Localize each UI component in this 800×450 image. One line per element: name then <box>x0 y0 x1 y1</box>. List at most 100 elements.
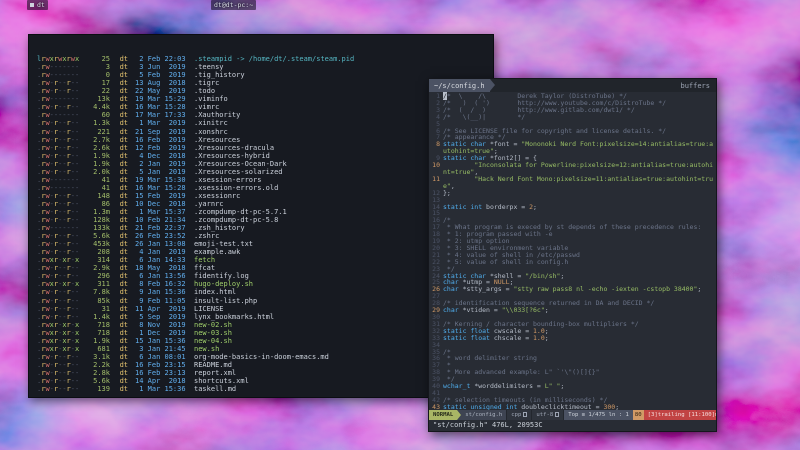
file-owner: dt <box>110 369 128 377</box>
code-line[interactable]: 40wchar_t *worddelimiters = L" "; <box>429 383 716 390</box>
file-row: .rw-r--r--221dt21 Sep 2019.xonshrc <box>37 128 493 136</box>
file-owner: dt <box>110 144 128 152</box>
tab-buffer-config-h[interactable]: ~/s/config.h <box>429 79 490 92</box>
code-line[interactable]: 29char *vtiden = "\\033[?6c"; <box>429 307 716 314</box>
file-size: 2.8k <box>83 369 110 377</box>
file-size: 1.3m <box>83 208 110 216</box>
file-name: insult-list.php <box>194 297 257 305</box>
file-owner: dt <box>110 297 128 305</box>
file-date: 19 Mar 15:30 <box>135 176 189 184</box>
file-name: lynx_bookmarks.html <box>194 313 274 321</box>
encoding-label: utf-8 <box>536 412 553 418</box>
file-permissions: .rw-r--r-- <box>37 136 83 144</box>
powerline-arrow-icon <box>490 79 495 91</box>
file-permissions: .rw-r--r-- <box>37 240 83 248</box>
file-date: 8 Nov 2019 <box>135 321 189 329</box>
code-line[interactable]: 22 * 5: value of shell in config.h <box>429 259 716 266</box>
code-line[interactable]: 34 <box>429 342 716 349</box>
code-line[interactable]: 15 <box>429 210 716 217</box>
file-name: new.sh <box>194 345 219 353</box>
file-permissions: .rwxr-xr-x <box>37 256 83 264</box>
file-name: .xinitrc <box>194 119 228 127</box>
file-row: .rw-r--r--5.6kdt14 Apr 2018shortcuts.xml <box>37 377 493 385</box>
file-permissions: .rw-r--r-- <box>37 272 83 280</box>
code-text: static float chscale = 1.0; <box>443 335 716 342</box>
file-date: 3 Jun 2019 <box>135 63 189 71</box>
file-date: 2 Jan 2019 <box>135 160 189 168</box>
line-number: 11 <box>429 176 443 190</box>
file-owner: dt <box>110 79 128 87</box>
file-row: .rw-r--r--86dt10 Dec 2018.yarnrc <box>37 200 493 208</box>
file-size: 133k <box>83 224 110 232</box>
file-owner: dt <box>110 71 128 79</box>
dwm-tag-label: dt <box>37 1 45 9</box>
file-name: report.xml <box>194 369 236 377</box>
file-owner: dt <box>110 345 128 353</box>
file-date: 16 Mar 15:28 <box>135 184 189 192</box>
file-name: .zcompdump-dt-pc-5.7.1 <box>194 208 287 216</box>
code-line[interactable]: 4/* \(__)| */ <box>429 114 716 121</box>
file-permissions: .rw-r--r-- <box>37 288 83 296</box>
file-row: .rw-------133kdt21 Feb 22:37.zsh_history <box>37 224 493 232</box>
file-owner: dt <box>110 95 128 103</box>
file-owner: dt <box>110 111 128 119</box>
file-size: 3 <box>83 63 110 71</box>
file-permissions: .rw-r--r-- <box>37 160 83 168</box>
file-row: .rwxr-xr-x718dt 1 Dec 2019new-03.sh <box>37 329 493 337</box>
file-row: .rw-------0dt 5 Feb 2019.tig_history <box>37 71 493 79</box>
code-line[interactable]: 36 * word delimiter string <box>429 355 716 362</box>
file-date: 4 Dec 2018 <box>135 152 189 160</box>
code-text: static char *font = "Mononoki Nerd Font:… <box>443 141 716 155</box>
file-size: 2.0k <box>83 168 110 176</box>
code-line[interactable]: 12}; <box>429 190 716 197</box>
file-size: 60 <box>83 111 110 119</box>
code-area[interactable]: 1/* \ /\ Derek Taylor (DistroTube) */2/*… <box>429 92 716 410</box>
code-text <box>443 210 716 217</box>
file-owner: dt <box>110 63 128 71</box>
file-name: .viminfo <box>194 95 228 103</box>
file-size: 718 <box>83 329 110 337</box>
file-permissions: .rw------- <box>37 95 83 103</box>
file-owner: dt <box>110 377 128 385</box>
file-date: 26 Feb 23:52 <box>135 232 189 240</box>
file-name: new-03.sh <box>194 329 232 337</box>
file-permissions: .rw-r--r-- <box>37 208 83 216</box>
file-permissions: .rw------- <box>37 63 83 71</box>
editor-window[interactable]: ~/s/config.h buffers 1/* \ /\ Derek Tayl… <box>428 78 717 432</box>
code-line[interactable]: 8static char *font = "Mononoki Nerd Font… <box>429 141 716 155</box>
code-line[interactable]: 26char *stty_args = "stty raw pass8 nl -… <box>429 286 716 293</box>
dwm-bar: dt dt@dt-pc:~ <box>0 0 800 10</box>
file-owner: dt <box>110 176 128 184</box>
file-date: 6 Jan 13:56 <box>135 272 189 280</box>
file-permissions: .rwxr-xr-x <box>37 345 83 353</box>
file-name: index.html <box>194 288 236 296</box>
file-owner: dt <box>110 200 128 208</box>
code-line[interactable]: 33static float chscale = 1.0; <box>429 335 716 342</box>
file-date: 9 Feb 11:05 <box>135 297 189 305</box>
file-permissions: .rw-r--r-- <box>37 305 83 313</box>
file-name: example.awk <box>194 248 240 256</box>
code-line[interactable]: 38 * More advanced example: L" `'\"()[]{… <box>429 369 716 376</box>
file-row: .rw-r--r--31dt11 Apr 2019LICENSE <box>37 305 493 313</box>
file-size: 314 <box>83 256 110 264</box>
file-size: 221 <box>83 128 110 136</box>
code-line[interactable]: 14static int borderpx = 2; <box>429 204 716 211</box>
dwm-tag[interactable]: dt <box>27 0 48 10</box>
file-row: .rw-r--r--2.2kdt16 Feb 23:15README.md <box>37 361 493 369</box>
code-text: }; <box>443 190 716 197</box>
code-line[interactable]: 10 "Inconsolata for Powerline:pixelsize=… <box>429 162 716 176</box>
code-line[interactable]: 11 "Hack Nerd Font Mono:pixelsize=11:ant… <box>429 176 716 190</box>
file-name: .Xauthority <box>194 111 240 119</box>
file-name: .Xresources <box>194 136 240 144</box>
file-row: .rw-------13kdt19 Mar 15:29.viminfo <box>37 95 493 103</box>
file-owner: dt <box>110 216 128 224</box>
file-row: .rwxr-xr-x718dt 8 Nov 2019new-02.sh <box>37 321 493 329</box>
mode-indicator: NORMAL <box>429 410 457 420</box>
terminal-window[interactable]: lrwxrwxrwx25dt 2 Feb 22:03.steampid -> /… <box>28 34 494 398</box>
file-row: .rw-r--r--3.1kdt 6 Jan 08:01org-mode-bas… <box>37 353 493 361</box>
file-name: .Xresources-solarized <box>194 168 283 176</box>
code-text <box>443 342 716 349</box>
file-row: .rw-------41dt19 Mar 15:30.xsession-erro… <box>37 176 493 184</box>
file-size: 86 <box>83 200 110 208</box>
file-owner: dt <box>110 136 128 144</box>
